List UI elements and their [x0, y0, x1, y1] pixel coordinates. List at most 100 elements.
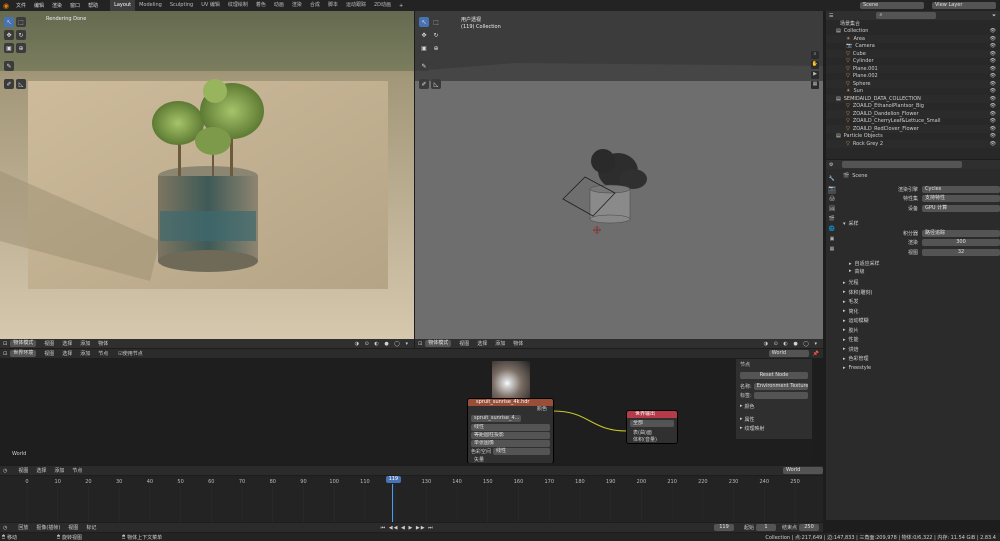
outliner-item[interactable]: ▤ SEMIDAILD_DATA_COLLECTION 👁 [826, 95, 1000, 103]
rotate-icon[interactable]: ↻ [431, 30, 441, 40]
workspace-tab-1[interactable]: Modeling [135, 0, 166, 11]
visibility-eye-icon[interactable]: 👁 [990, 43, 1000, 49]
editor-type-icon[interactable]: ◷ [0, 468, 10, 474]
scene-selector[interactable]: Scene [860, 2, 924, 9]
scene-tab-icon[interactable]: 🎬 [828, 216, 836, 224]
node-menu-item-3[interactable]: 节点 [94, 350, 112, 357]
workspace-tab-8[interactable]: 合成 [306, 0, 324, 11]
outliner-search[interactable]: ⌕ [876, 12, 937, 19]
outliner-item[interactable]: ▽ ZOAILD_RedClover_Flower 👁 [826, 125, 1000, 133]
editor-type-icon[interactable]: ◷ [0, 525, 10, 531]
annotate-icon[interactable]: ✎ [419, 61, 429, 71]
sampling-header[interactable]: ▾ 采样 [840, 220, 1000, 228]
visibility-eye-icon[interactable]: 👁 [990, 96, 1000, 102]
workspace-tab-9[interactable]: 脚本 [324, 0, 342, 11]
move-icon[interactable]: ✥ [4, 30, 14, 40]
timeline-menu-item-1[interactable]: 选择 [32, 467, 50, 474]
zoom-icon[interactable]: ⌕ [811, 51, 819, 59]
view-layer-tab-icon[interactable]: 🖼 [828, 206, 836, 214]
rotate-icon[interactable]: ↻ [16, 30, 26, 40]
interp-select[interactable]: 线性 [471, 424, 550, 431]
properties-section-8[interactable]: ▸ 色彩管理 [840, 355, 1000, 363]
select-box-icon[interactable]: ⬚ [16, 17, 26, 27]
visibility-eye-icon[interactable]: 👁 [990, 118, 1000, 124]
outliner-item[interactable]: ▤ Particle Objects 👁 [826, 132, 1000, 140]
mode-selector[interactable]: 物体模式 [425, 340, 452, 347]
render-tab-icon[interactable]: 📷 [828, 186, 836, 194]
node-menu-item-2[interactable]: 添加 [76, 350, 94, 357]
top-menu-item-1[interactable]: 编辑 [30, 2, 48, 9]
playback-menu-item-3[interactable]: 标记 [82, 524, 100, 531]
scene-collection-row[interactable]: 场景集合 [826, 20, 1000, 28]
visibility-eye-icon[interactable]: 👁 [990, 36, 1000, 42]
visibility-eye-icon[interactable]: 👁 [990, 73, 1000, 79]
move-icon[interactable]: ✥ [419, 30, 429, 40]
world-output-node[interactable]: 世界输出 全部 表(曲)面 体积(音量) [626, 410, 678, 444]
render-viewport[interactable]: Rendering Done ↖ ⬚ ✥ ↻ ▣ ⊕ ✎ ✐ ◺ [0, 11, 414, 339]
outliner-item[interactable]: ▽ ZOAILD_Dandelion_Flower 👁 [826, 110, 1000, 118]
timeline-menu-item-3[interactable]: 节点 [68, 467, 86, 474]
properties-search[interactable] [842, 161, 963, 168]
right-viewport-menu-item-1[interactable]: 选择 [473, 340, 491, 347]
workspace-tab-2[interactable]: Sculpting [166, 0, 197, 11]
visibility-eye-icon[interactable]: 👁 [990, 133, 1000, 139]
properties-section-5[interactable]: ▸ 胶片 [840, 327, 1000, 335]
select-box-icon[interactable]: ⬚ [431, 17, 441, 27]
editor-type-icon[interactable]: ⊡ [415, 341, 425, 347]
mode-selector[interactable]: 物体模式 [10, 340, 37, 347]
right-viewport-menu-item-3[interactable]: 物体 [509, 340, 527, 347]
outliner-item[interactable]: ▽ Cylinder 👁 [826, 57, 1000, 65]
outliner-icon[interactable]: ☰ [826, 13, 836, 19]
environment-texture-node[interactable]: spruit_sunrise_4k.hdr 颜色 spruit_sunrise_… [467, 398, 554, 463]
node-canvas[interactable]: spruit_sunrise_4k.hdr 颜色 spruit_sunrise_… [0, 359, 813, 463]
outliner-item[interactable]: 📷 Camera 👁 [826, 42, 1000, 50]
visibility-eye-icon[interactable]: 👁 [990, 51, 1000, 57]
chevron-right-icon[interactable]: ▸ [740, 416, 743, 423]
playback-menu-item-1[interactable]: 抠像(插帧) [32, 524, 64, 531]
visibility-eye-icon[interactable]: 👁 [990, 66, 1000, 72]
outliner-item[interactable]: ☀ Area 👁 [826, 35, 1000, 43]
visibility-eye-icon[interactable]: 👁 [990, 103, 1000, 109]
transform-icon[interactable]: ⊕ [16, 43, 26, 53]
timeline-menu-item-2[interactable]: 添加 [50, 467, 68, 474]
node-label-field[interactable] [753, 392, 808, 399]
workspace-tab-10[interactable]: 运动跟踪 [342, 0, 370, 11]
measure-icon[interactable]: ✐ [419, 79, 429, 89]
navigation-gizmo[interactable] [799, 19, 817, 37]
shader-type-select[interactable]: 世界环境 [10, 350, 37, 357]
ruler-icon[interactable]: ◺ [16, 79, 26, 89]
start-frame-field[interactable]: 1 [756, 524, 776, 531]
adaptive-sampling-row[interactable]: ▸ 自适应采样 [840, 260, 1000, 268]
reset-node-button[interactable]: Reset Node [740, 372, 808, 379]
properties-section-2[interactable]: ▸ 毛发 [840, 298, 1000, 306]
top-menu-item-2[interactable]: 渲染 [48, 2, 66, 9]
editor-type-icon[interactable]: ⊡ [0, 351, 10, 357]
feature-set-select[interactable]: 支持特性 [922, 195, 1000, 203]
playback-menu-item-0[interactable]: 回放 [14, 524, 32, 531]
visibility-eye-icon[interactable]: 👁 [990, 81, 1000, 87]
top-menu-item-3[interactable]: 窗口 [66, 2, 84, 9]
view-layer-selector[interactable]: View Layer [932, 2, 996, 9]
visibility-eye-icon[interactable]: 👁 [990, 88, 1000, 94]
timeline-ruler[interactable]: 0102030405060708090100110120130140150160… [0, 476, 823, 522]
pan-hand-icon[interactable]: ✋ [811, 61, 819, 69]
image-name-field[interactable]: spruit_sunrise_4... [471, 415, 521, 422]
shading-icons[interactable]: ◑ ⊙ ◐ ● ◯ ▾ [355, 341, 414, 347]
integrator-select[interactable]: 路径追踪 [922, 229, 1000, 237]
properties-section-6[interactable]: ▸ 性能 [840, 336, 1000, 344]
left-viewport-menu-item-3[interactable]: 物体 [94, 340, 112, 347]
select-icon[interactable]: ↖ [4, 17, 14, 27]
left-viewport-menu-item-1[interactable]: 选择 [58, 340, 76, 347]
outliner-item[interactable]: ▽ Rock Grey 2 👁 [826, 140, 1000, 148]
end-frame-field[interactable]: 250 [799, 524, 820, 531]
visibility-eye-icon[interactable]: 👁 [990, 58, 1000, 64]
playback-menu-item-2[interactable]: 视图 [64, 524, 82, 531]
workspace-tab-11[interactable]: 2D动画 [370, 0, 395, 11]
scale-icon[interactable]: ▣ [419, 43, 429, 53]
outliner-item[interactable]: ▽ Cube 👁 [826, 50, 1000, 58]
properties-section-3[interactable]: ▸ 简化 [840, 308, 1000, 316]
workspace-tab-4[interactable]: 纹理绘制 [224, 0, 252, 11]
visibility-eye-icon[interactable]: 👁 [990, 111, 1000, 117]
blender-logo-icon[interactable]: ◉ [0, 2, 12, 10]
properties-section-4[interactable]: ▸ 运动模糊 [840, 317, 1000, 325]
